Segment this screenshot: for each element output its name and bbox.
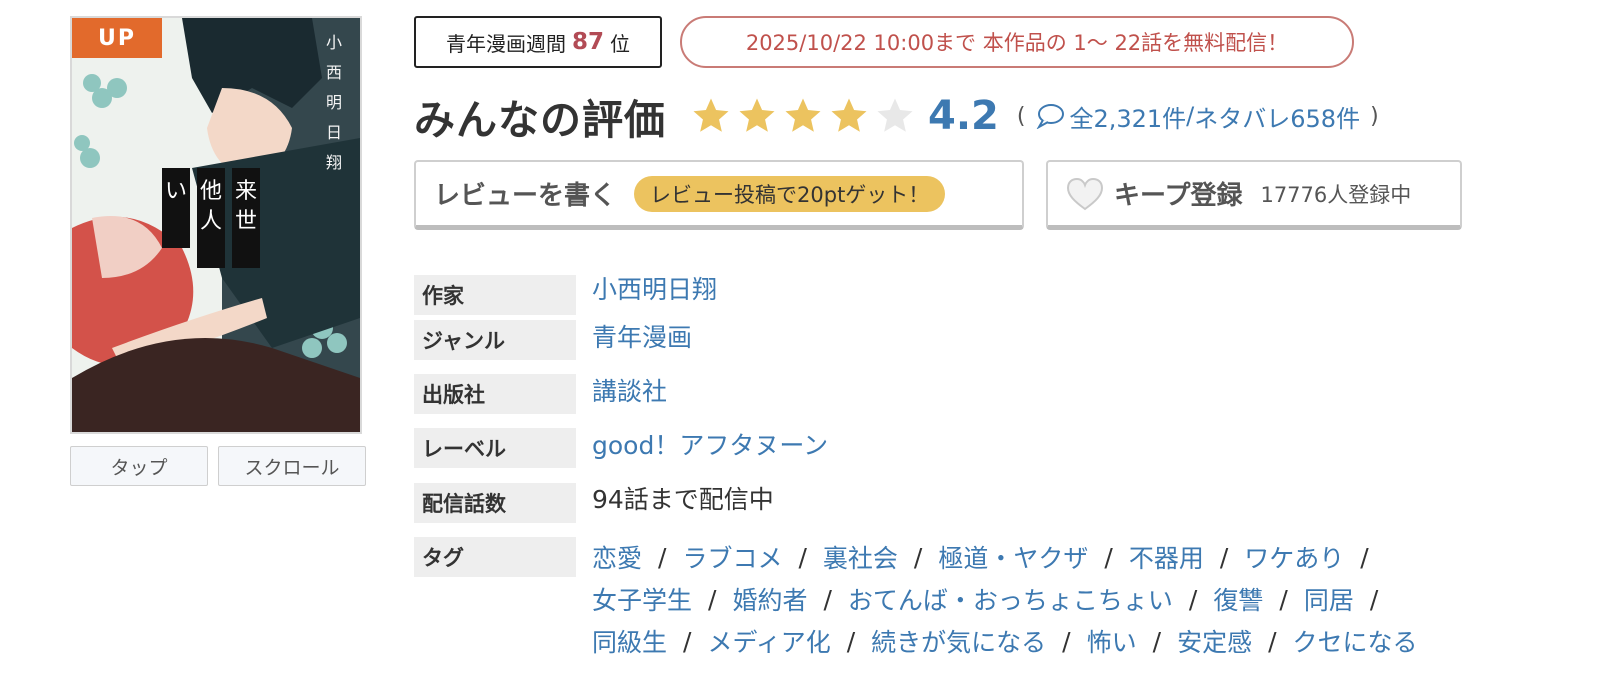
scroll-view-button[interactable]: スクロール [218,446,366,486]
svg-text:翔: 翔 [326,153,342,172]
tag-link[interactable]: おてんば・おっちょこちょい [848,581,1173,617]
star-filled-icon [831,98,867,132]
reviews-link[interactable]: 全2,321件 [1069,99,1186,134]
keep-button[interactable]: キープ登録 17776人登録中 [1046,160,1462,230]
keep-label: キープ登録 [1114,181,1243,211]
svg-text:小: 小 [326,33,342,52]
svg-text:世: 世 [235,209,257,234]
tag-line: 女子学生 / 婚約者 / おてんば・おっちょこちょい / 復讐 / 同居 / [592,578,1592,620]
tag-link[interactable]: ラブコメ [682,539,782,575]
publisher-label: 出版社 [414,374,576,414]
episodes-value: 94話まで配信中 [592,485,774,514]
write-review-label: レビューを書く [434,181,617,211]
rating-title: みんなの評価 [414,96,666,144]
tag-link[interactable]: ワケあり [1244,539,1344,575]
tag-link[interactable]: 恋愛 [592,539,642,575]
tag-separator: / [683,626,692,656]
genre-label: ジャンル [414,320,576,360]
tag-separator: / [1152,626,1162,656]
tag-link[interactable]: 同級生 [592,623,667,659]
svg-text:日: 日 [326,123,342,142]
tag-separator: / [1369,584,1379,614]
tag-separator: / [1219,542,1229,572]
close-paren: ) [1370,103,1379,129]
tag-separator: / [823,584,832,614]
star-empty-icon [877,98,913,132]
tag-link[interactable]: メディア化 [707,623,830,659]
ranking-prefix: 青年漫画週間 [445,31,566,56]
up-badge: UP [72,18,162,58]
tag-link[interactable]: 婚約者 [732,581,807,617]
ranking-suffix: 位 [610,31,630,56]
svg-text:人: 人 [200,209,222,234]
tag-separator: / [1062,626,1071,656]
tag-link[interactable]: 極道・ヤクザ [938,539,1088,575]
heart-icon [1066,177,1104,210]
reviews-separator: / [1186,102,1195,130]
tag-separator: / [913,542,923,572]
star-rating [690,95,916,137]
open-paren: ( [1016,103,1026,129]
publisher-link[interactable]: 講談社 [592,372,667,408]
imprint-label: レーベル [414,428,576,468]
ranking-badge[interactable]: 青年漫画週間 87 位 [414,16,662,68]
spoilers-link[interactable]: ネタバレ658件 [1194,99,1360,134]
tag-link[interactable]: 裏社会 [823,539,898,575]
rating-row: みんなの評価 4.2 ( 全2,321件 / ネタバレ658件 ) [414,86,1379,146]
tag-line: 同級生 / メディア化 / 続きが気になる / 怖い / 安定感 / クセになる [592,620,1592,662]
star-filled-icon [693,98,729,132]
cover-artwork: い 他 人 来 世 小西明 日翔 [72,18,360,432]
svg-text:他: 他 [200,179,222,204]
tag-separator: / [1360,542,1369,572]
review-promo-pill: レビュー投稿で20ptゲット！ [634,175,946,212]
manga-cover[interactable]: い 他 人 来 世 小西明 日翔 UP [70,16,362,434]
episodes-label: 配信話数 [414,483,576,523]
ranking-number: 87 [571,29,604,55]
keep-count: 17776人登録中 [1260,182,1412,207]
tag-link[interactable]: 同居 [1304,581,1354,617]
tag-link[interactable]: クセになる [1293,623,1418,659]
tag-separator: / [798,542,807,572]
svg-text:い: い [165,179,187,204]
tag-separator: / [846,626,856,656]
author-label: 作家 [414,275,576,315]
tag-link[interactable]: 続きが気になる [871,623,1046,659]
tag-link[interactable]: 復讐 [1213,581,1263,617]
author-link[interactable]: 小西明日翔 [592,270,717,306]
tag-link[interactable]: 安定感 [1177,623,1252,659]
imprint-link[interactable]: good！アフタヌーン [592,426,828,462]
tag-link[interactable]: 不器用 [1129,539,1204,575]
tag-separator: / [1279,584,1288,614]
tag-separator: / [1268,626,1277,656]
speech-bubble-icon [1037,104,1065,129]
tag-link[interactable]: 怖い [1087,623,1137,659]
rating-score: 4.2 [928,93,999,139]
svg-text:西: 西 [326,63,342,82]
tap-view-button[interactable]: タップ [70,446,208,486]
star-filled-icon [739,98,775,132]
free-episodes-notice: 2025/10/22 10:00まで 本作品の 1〜 22話を無料配信！ [680,16,1354,68]
tag-list: 恋愛 / ラブコメ / 裏社会 / 極道・ヤクザ / 不器用 / ワケあり / 女子学生 / … [592,536,1592,662]
write-review-button[interactable]: レビューを書く レビュー投稿で20ptゲット！ [414,160,1024,230]
tag-separator: / [1188,584,1198,614]
tag-link[interactable]: 女子学生 [592,581,692,617]
svg-text:来: 来 [235,179,257,204]
view-mode-buttons: タップ スクロール [70,446,366,486]
tag-separator: / [708,584,717,614]
review-counts: ( 全2,321件 / ネタバレ658件 ) [1017,99,1379,134]
genre-link[interactable]: 青年漫画 [592,318,692,354]
svg-text:明: 明 [326,93,342,112]
tags-label: タグ [414,537,576,577]
tag-separator: / [658,542,667,572]
star-filled-icon [785,98,821,132]
tag-line: 恋愛 / ラブコメ / 裏社会 / 極道・ヤクザ / 不器用 / ワケあり / [592,536,1592,578]
tag-separator: / [1104,542,1113,572]
